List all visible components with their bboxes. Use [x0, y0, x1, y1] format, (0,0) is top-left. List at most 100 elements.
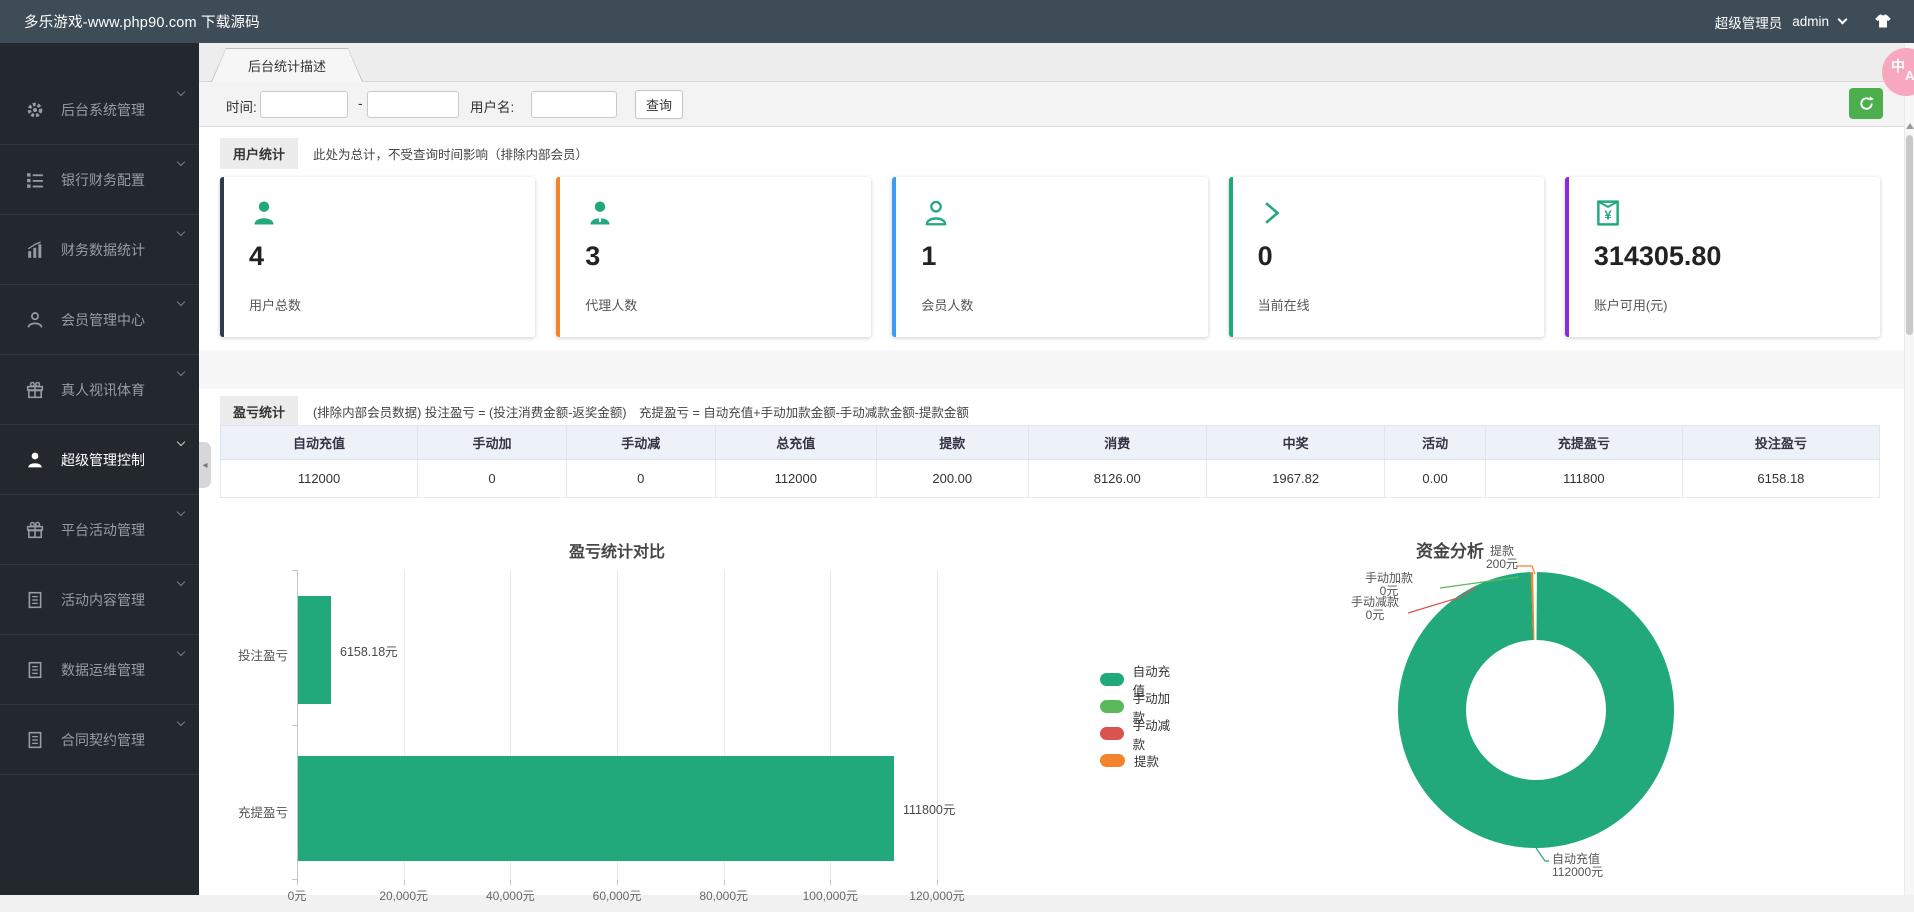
card-available-balance: ¥ 314305.80 账户可用(元): [1565, 177, 1880, 337]
bar-deposit-profit: 111800元: [298, 756, 955, 861]
user-filled-icon: [249, 199, 279, 232]
sidebar-item-contracts[interactable]: 合同契约管理: [0, 705, 199, 775]
bar-value-label: 111800元: [903, 799, 955, 818]
bar-chart-title: 盈亏统计对比: [297, 538, 937, 562]
user-outline-icon: [921, 199, 951, 232]
card-agent-count: 3 代理人数: [556, 177, 871, 337]
chevron-down-icon[interactable]: [1838, 15, 1848, 25]
vertical-scrollbar[interactable]: [1904, 43, 1914, 895]
tab-backend-stats[interactable]: 后台统计描述: [211, 48, 363, 82]
callout-manual-subtract: 手动减款0元: [1335, 596, 1415, 622]
refresh-button[interactable]: [1849, 88, 1883, 119]
username-input[interactable]: [531, 91, 617, 118]
bar-value-label: 6158.18元: [340, 641, 398, 660]
chart-legend: 自动充值 手动加款 手动减款 提款: [1100, 666, 1180, 774]
legend-swatch: [1100, 700, 1124, 713]
bar-chart-plot: 投注盈亏 充提盈亏 6158.18元 111800元 0元 20,000元 40…: [297, 570, 937, 880]
sidebar-item-data-ops[interactable]: 数据运维管理: [0, 635, 199, 705]
legend-swatch: [1100, 727, 1124, 740]
svg-text:¥: ¥: [1604, 207, 1612, 222]
time-to-input[interactable]: [367, 91, 459, 118]
content-panel: 用户统计 此处为总计，不受查询时间影响（排除内部会员） 4 用户总数 3 代理人…: [199, 127, 1904, 895]
bar-category-label: 充提盈亏: [202, 802, 288, 821]
section-divider: [199, 350, 1904, 389]
bar-chart-icon: [26, 241, 44, 259]
chevron-down-icon: [177, 158, 185, 166]
range-separator: -: [358, 96, 363, 111]
chevron-down-icon: [177, 88, 185, 96]
table-row: 112000 0 0 112000 200.00 8126.00 1967.82…: [221, 460, 1880, 498]
scrollbar-thumb[interactable]: [1906, 135, 1913, 335]
user-filled-icon: [26, 451, 44, 469]
legend-swatch: [1100, 754, 1125, 767]
legend-swatch: [1100, 673, 1124, 686]
time-from-input[interactable]: [260, 91, 348, 118]
username-label: 用户名:: [470, 96, 514, 116]
translate-icon: 中: [1891, 56, 1905, 76]
sidebar-item-platform-activities[interactable]: 平台活动管理: [0, 495, 199, 565]
chevron-down-icon: [177, 298, 185, 306]
chevron-down-icon: [177, 508, 185, 516]
x-tick-label: 60,000元: [570, 887, 664, 904]
callout-withdrawal: 提款200元: [1472, 545, 1532, 571]
chevron-down-icon: [177, 578, 185, 586]
x-tick-label: 40,000元: [463, 887, 557, 904]
card-total-users: 4 用户总数: [220, 177, 535, 337]
chevron-down-icon: [177, 718, 185, 726]
bar-betting-profit: 6158.18元: [298, 596, 398, 704]
x-tick-label: 100,000元: [783, 887, 877, 904]
username-dropdown[interactable]: admin: [1792, 14, 1829, 29]
query-button[interactable]: 查询: [635, 90, 683, 119]
profit-table: 自动充值 手动加 手动减 总充值 提款 消费 中奖 活动 充提盈亏 投注盈亏 1…: [220, 425, 1880, 498]
sidebar-collapse-handle[interactable]: ◂: [199, 442, 211, 488]
agent-icon: [585, 199, 615, 232]
app-title: 多乐游戏-www.php90.com 下载源码: [24, 11, 260, 32]
chevron-down-icon: [177, 228, 185, 236]
card-member-count: 1 会员人数: [892, 177, 1207, 337]
theme-tshirt-icon[interactable]: [1872, 12, 1894, 32]
sidebar-item-super-admin[interactable]: 超级管理控制: [0, 425, 199, 495]
user-outline-icon: [26, 311, 44, 329]
gear-icon: [26, 101, 44, 119]
sidebar-item-finance-stats[interactable]: 财务数据统计: [0, 215, 199, 285]
chevron-down-icon: [177, 368, 185, 376]
callout-auto-deposit: 自动充值112000元: [1552, 853, 1632, 879]
profit-stats-badge: 盈亏统计: [220, 396, 298, 427]
chevron-right-icon: [1258, 199, 1284, 232]
gift-icon: [26, 381, 44, 399]
scroll-up-arrow[interactable]: [1906, 123, 1914, 129]
envelope-yuan-icon: ¥: [1594, 199, 1622, 232]
time-label: 时间:: [226, 96, 257, 116]
gift-icon: [26, 521, 44, 539]
chevron-down-icon: [177, 648, 185, 656]
table-header-row: 自动充值 手动加 手动减 总充值 提款 消费 中奖 活动 充提盈亏 投注盈亏: [221, 426, 1880, 460]
document-icon: [26, 591, 44, 609]
bar-category-label: 投注盈亏: [202, 645, 288, 664]
x-tick-label: 80,000元: [677, 887, 771, 904]
user-role: 超级管理员: [1715, 12, 1783, 32]
sidebar-item-live-sports[interactable]: 真人视讯体育: [0, 355, 199, 425]
profit-stats-note: (排除内部会员数据) 投注盈亏 = (投注消费金额-返奖金额) 充提盈亏 = 自…: [313, 402, 969, 421]
x-tick-label: 0元: [250, 887, 344, 904]
sidebar-item-bank-finance[interactable]: 银行财务配置: [0, 145, 199, 215]
topbar: 多乐游戏-www.php90.com 下载源码 超级管理员 admin: [0, 0, 1914, 43]
tab-bar: 后台统计描述: [199, 43, 1914, 82]
funds-donut-chart: 资金分析 提款200元 手动加款0元 手动减款0元 自动充值112000元: [1349, 535, 1913, 912]
x-tick-label: 20,000元: [357, 887, 451, 904]
sidebar-item-activity-content[interactable]: 活动内容管理: [0, 565, 199, 635]
user-stats-note: 此处为总计，不受查询时间影响（排除内部会员）: [313, 144, 588, 163]
legend-item-manual-subtract[interactable]: 手动减款: [1100, 720, 1180, 747]
x-tick-label: 120,000元: [890, 887, 984, 904]
card-online-now: 0 当前在线: [1229, 177, 1544, 337]
document-icon: [26, 731, 44, 749]
filter-bar: 时间: - 用户名: 查询: [199, 82, 1914, 127]
sidebar-item-member-center[interactable]: 会员管理中心: [0, 285, 199, 355]
sidebar-item-system-admin[interactable]: 后台系统管理: [0, 75, 199, 145]
refresh-icon: [1858, 95, 1875, 112]
user-stats-badge: 用户统计: [220, 138, 298, 169]
sidebar: 后台系统管理 银行财务配置 财务数据统计 会员管理中心 真人视讯体育 超级管理控…: [0, 43, 199, 895]
chevron-down-icon: [177, 438, 185, 446]
document-icon: [26, 661, 44, 679]
main-area: 后台统计描述 时间: - 用户名: 查询 用户统计 此处为总计，不受查询时间影响…: [199, 43, 1914, 895]
list-icon: [26, 171, 44, 189]
